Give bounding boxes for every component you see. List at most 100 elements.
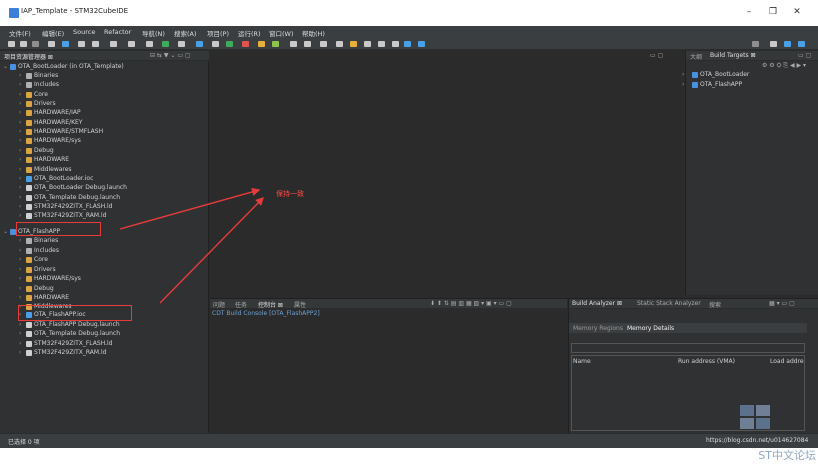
paste-icon[interactable]	[110, 41, 117, 47]
menu-source[interactable]: Source	[73, 28, 95, 36]
menu-run[interactable]: 运行(R)	[238, 28, 261, 38]
memory-details-tab[interactable]: Memory Details	[627, 325, 674, 332]
back-icon[interactable]	[364, 41, 371, 47]
find-icon[interactable]	[128, 41, 135, 47]
search-icon[interactable]	[752, 41, 759, 47]
column-load-address[interactable]: Load addre	[770, 358, 804, 365]
cpp-perspective-icon[interactable]	[784, 41, 791, 47]
tasks-tab[interactable]: 任务	[235, 300, 247, 309]
expand-icon[interactable]: ›	[19, 340, 21, 347]
console-tools-icon[interactable]: ⬇ ⬆ ⇅ ▤ ▥ ▦ ▧ ▾ ▣ ▾ ▭ ▢	[430, 300, 512, 307]
problems-tab[interactable]: 问题	[213, 300, 225, 309]
expand-icon[interactable]: ›	[19, 194, 21, 201]
pen-icon[interactable]	[272, 41, 279, 47]
expand-icon[interactable]: ›	[19, 275, 21, 282]
copy-icon[interactable]	[92, 41, 99, 47]
expand-icon[interactable]: ›	[19, 100, 21, 107]
pin-icon[interactable]	[320, 41, 327, 47]
collapse-icon[interactable]: ⌄	[3, 63, 8, 70]
memory-filter-field[interactable]	[571, 343, 805, 353]
external-tools-icon[interactable]	[146, 41, 153, 47]
expand-icon[interactable]: ›	[19, 137, 21, 144]
expand-icon[interactable]: ›	[19, 72, 21, 79]
nav-dropdown-icon[interactable]	[392, 41, 399, 47]
menu-refactor[interactable]: Refactor	[104, 28, 131, 36]
expand-icon[interactable]: ›	[19, 256, 21, 263]
static-stack-analyzer-tab[interactable]: Static Stack Analyzer	[637, 300, 701, 307]
expand-icon[interactable]: ›	[19, 156, 21, 163]
expand-icon[interactable]: ›	[19, 330, 21, 337]
menu-help[interactable]: 帮助(H)	[302, 28, 325, 38]
expand-icon[interactable]: ›	[19, 175, 21, 182]
step-icon[interactable]	[212, 41, 219, 47]
analyzer-minmax-icon[interactable]: ▦ ▾ ▭ ▢	[769, 300, 795, 307]
build-icon[interactable]	[48, 41, 55, 47]
expand-icon[interactable]: ›	[19, 203, 21, 210]
build-targets-minmax-icon[interactable]: ▭ ▢	[798, 52, 811, 59]
build-targets-tools-icon[interactable]: ⚙ ⚙ ⛭ ⎘ ◀ ▶ ▾	[762, 62, 806, 70]
expand-icon[interactable]: ›	[19, 109, 21, 116]
expand-icon[interactable]: ›	[19, 147, 21, 154]
project-icon	[10, 64, 16, 70]
outline-tab[interactable]: 大纲	[690, 52, 702, 61]
search-tab[interactable]: 搜索	[709, 300, 721, 309]
expand-icon[interactable]: ›	[19, 91, 21, 98]
perspective-icon[interactable]	[418, 41, 425, 47]
expand-icon[interactable]: ›	[19, 166, 21, 173]
menu-window[interactable]: 窗口(W)	[269, 28, 294, 38]
collapse-all-icon[interactable]: ⊟ ⇆ ▼ ⌄ ▭ ▢	[150, 52, 191, 59]
highlight-icon[interactable]	[350, 41, 357, 47]
menu-search[interactable]: 搜索(A)	[174, 28, 197, 38]
open-type-icon[interactable]	[404, 41, 411, 47]
expand-icon[interactable]: ›	[19, 128, 21, 135]
cut-icon[interactable]	[78, 41, 85, 47]
run-icon[interactable]	[162, 41, 169, 47]
maximize-button[interactable]: ❐	[766, 6, 780, 18]
project-explorer-title[interactable]: 项目资源管理器 ⊠	[4, 52, 53, 61]
save-icon[interactable]	[20, 41, 27, 47]
expand-icon[interactable]: ›	[19, 212, 21, 219]
expand-icon[interactable]: ›	[19, 321, 21, 328]
expand-icon[interactable]: ›	[19, 184, 21, 191]
build-analyzer-tab[interactable]: Build Analyzer ⊠	[572, 300, 622, 307]
collapse-icon[interactable]: ⌄	[3, 228, 8, 235]
expand-icon[interactable]: ›	[19, 294, 21, 301]
resume-icon[interactable]	[226, 41, 233, 47]
save-all-icon[interactable]	[32, 41, 39, 47]
properties-tab[interactable]: 属性	[294, 300, 306, 309]
expand-icon[interactable]: ›	[682, 81, 684, 88]
expand-icon[interactable]: ›	[19, 285, 21, 292]
menu-edit[interactable]: 编辑(E)	[42, 28, 64, 38]
expand-icon[interactable]: ›	[682, 71, 684, 78]
expand-icon[interactable]: ›	[19, 349, 21, 356]
open-perspective-icon[interactable]	[770, 41, 777, 47]
new-icon[interactable]	[8, 41, 15, 47]
debug-icon[interactable]	[196, 41, 203, 47]
layout-icon[interactable]	[290, 41, 297, 47]
column-name[interactable]: Name	[573, 358, 591, 365]
build-targets-tab[interactable]: Build Targets ⊠	[710, 52, 756, 59]
next-annotation-icon[interactable]	[336, 41, 343, 47]
minimize-button[interactable]: –	[742, 6, 756, 18]
expand-icon[interactable]: ›	[19, 266, 21, 273]
stop-icon[interactable]	[242, 41, 249, 47]
menu-navigate[interactable]: 导航(N)	[142, 28, 165, 38]
memory-regions-tab[interactable]: Memory Regions	[573, 325, 623, 332]
build-analyzer-panel: Build Analyzer ⊠ Static Stack Analyzer 搜…	[568, 298, 818, 433]
bookmark-icon[interactable]	[178, 41, 185, 47]
brush-icon[interactable]	[258, 41, 265, 47]
settings-icon[interactable]	[62, 41, 69, 47]
expand-icon[interactable]: ›	[19, 247, 21, 254]
expand-icon[interactable]: ›	[19, 81, 21, 88]
editor-minmax-icon[interactable]: ▭ ▢	[650, 52, 663, 59]
menu-file[interactable]: 文件(F)	[9, 28, 31, 38]
debug-perspective-icon[interactable]	[798, 41, 805, 47]
expand-icon[interactable]: ›	[19, 119, 21, 126]
forward-icon[interactable]	[378, 41, 385, 47]
close-button[interactable]: ✕	[790, 6, 804, 18]
grid-icon[interactable]	[304, 41, 311, 47]
expand-icon[interactable]: ›	[19, 237, 21, 244]
console-tab[interactable]: 控制台 ⊠	[258, 300, 283, 309]
column-run-address[interactable]: Run address (VMA)	[678, 358, 735, 365]
menu-project[interactable]: 项目(P)	[207, 28, 229, 38]
